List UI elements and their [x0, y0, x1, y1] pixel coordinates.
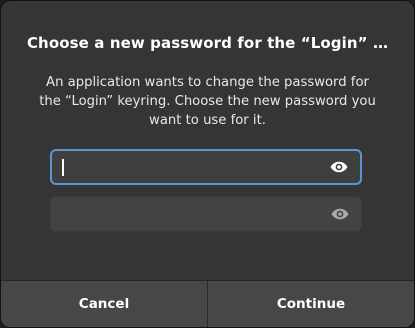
new-password-field[interactable]	[50, 149, 362, 185]
cancel-button[interactable]: Cancel	[1, 281, 208, 327]
eye-icon[interactable]	[331, 208, 349, 220]
password-dialog: Choose a new password for the “Login” … …	[0, 0, 415, 328]
dialog-button-bar: Cancel Continue	[1, 280, 414, 327]
dialog-message-line: the “Login” keyring. Choose the new pass…	[39, 94, 376, 109]
eye-icon[interactable]	[330, 161, 348, 173]
confirm-password-input[interactable]	[61, 197, 321, 231]
dialog-title: Choose a new password for the “Login” …	[26, 34, 389, 52]
dialog-message: An application wants to change the passw…	[31, 73, 384, 130]
text-caret	[62, 159, 64, 176]
continue-button[interactable]: Continue	[208, 281, 414, 327]
confirm-password-field[interactable]	[50, 196, 362, 232]
new-password-input[interactable]	[62, 151, 322, 183]
dialog-message-line: An application wants to change the passw…	[46, 75, 369, 90]
dialog-message-line: want to use for it.	[149, 113, 266, 128]
